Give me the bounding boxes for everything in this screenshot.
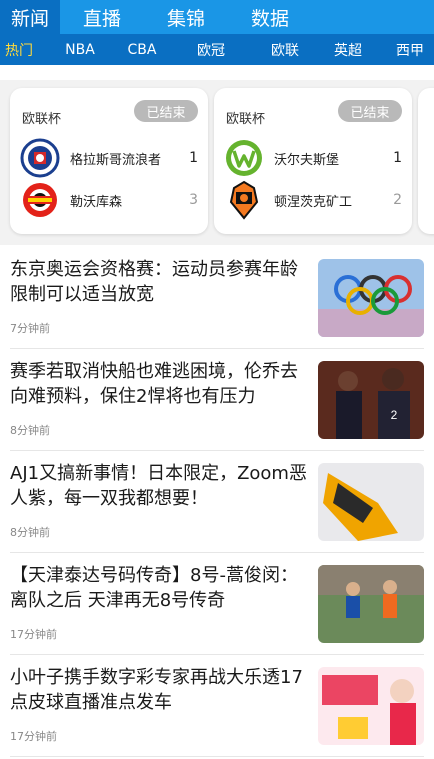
olympic-rings-image: [318, 259, 424, 337]
tab-highlights[interactable]: 集锦: [144, 0, 228, 34]
leverkusen-crest-icon: [23, 183, 57, 217]
match-card-partial[interactable]: [418, 88, 434, 234]
subnav-item-cba[interactable]: CBA: [122, 42, 162, 58]
subnav-item-hot[interactable]: 热门: [0, 40, 38, 60]
lottery-promo-image: [318, 667, 424, 745]
news-item[interactable]: 小叶子携手数字彩专家再战大乐透17点皮球直播准点发车 17分钟前: [10, 655, 424, 757]
home-team-row: 格拉斯哥流浪者 1: [20, 138, 198, 178]
status-badge: 已结束: [338, 100, 402, 122]
sub-nav: 热门 NBA CBA 欧冠 欧联 英超 西甲: [0, 34, 434, 65]
tab-news[interactable]: 新闻: [0, 0, 60, 34]
news-time: 17分钟前: [10, 730, 57, 743]
news-item[interactable]: 【天津泰达号码传奇】8号-蒿俊闵：离队之后 天津再无8号传奇 17分钟前: [10, 553, 424, 655]
subnav-item-ucl[interactable]: 欧冠: [162, 40, 260, 60]
football-players-image: [318, 565, 424, 643]
away-team-name: 勒沃库森: [70, 194, 123, 210]
news-time: 8分钟前: [10, 526, 50, 539]
wolfsburg-crest-icon: [226, 140, 262, 176]
match-card[interactable]: 欧联杯 已结束 沃尔夫斯堡 1 顿涅茨克矿工 2: [214, 88, 412, 234]
home-team-score: 1: [393, 150, 402, 166]
subnav-item-laliga[interactable]: 西甲: [386, 40, 434, 60]
match-league: 欧联杯: [226, 112, 266, 127]
news-item[interactable]: 赛季若取消快船也难逃困境，伦乔去向难预料，保住2悍将也有压力 8分钟前 2: [10, 349, 424, 451]
away-team-score: 2: [393, 192, 402, 208]
match-card[interactable]: 欧联杯 已结束 格拉斯哥流浪者 1 勒沃库森 3: [10, 88, 208, 234]
news-title: 【天津泰达号码传奇】8号-蒿俊闵：离队之后 天津再无8号传奇: [10, 565, 298, 611]
subnav-item-epl[interactable]: 英超: [310, 40, 386, 60]
away-team-score: 3: [189, 192, 198, 208]
svg-text:2: 2: [391, 408, 398, 422]
news-time: 7分钟前: [10, 322, 50, 335]
top-nav: 新闻 直播 集锦 数据: [0, 0, 434, 34]
news-time: 17分钟前: [10, 628, 57, 641]
home-team-name: 格拉斯哥流浪者: [70, 152, 162, 168]
subnav-item-uel[interactable]: 欧联: [260, 40, 310, 60]
news-item[interactable]: 东京奥运会资格赛：运动员参赛年龄限制可以适当放宽 7分钟前: [10, 247, 424, 349]
home-team-score: 1: [189, 150, 198, 166]
subnav-item-nba[interactable]: NBA: [38, 42, 122, 58]
rangers-crest-icon: [20, 138, 60, 178]
shakhtar-crest-icon: [229, 180, 259, 220]
home-team-name: 沃尔夫斯堡: [274, 152, 340, 168]
news-title: 东京奥运会资格赛：运动员参赛年龄限制可以适当放宽: [10, 259, 298, 305]
news-item[interactable]: AJ1又搞新事情！日本限定，Zoom恶人紫，每一双我都想要！ 8分钟前: [10, 451, 424, 553]
away-team-name: 顿涅茨克矿工: [274, 194, 353, 210]
tab-live[interactable]: 直播: [60, 0, 144, 34]
away-team-row: 顿涅茨克矿工 2: [224, 180, 402, 220]
match-league: 欧联杯: [22, 112, 62, 127]
news-time: 8分钟前: [10, 424, 50, 437]
home-team-row: 沃尔夫斯堡 1: [224, 138, 402, 178]
news-title: 赛季若取消快船也难逃困境，伦乔去向难预料，保住2悍将也有压力: [10, 361, 298, 407]
news-title: AJ1又搞新事情！日本限定，Zoom恶人紫，每一双我都想要！: [10, 463, 307, 509]
status-badge: 已结束: [134, 100, 198, 122]
basketball-players-image: 2: [318, 361, 424, 439]
news-title: 小叶子携手数字彩专家再战大乐透17点皮球直播准点发车: [10, 667, 303, 713]
tab-data[interactable]: 数据: [228, 0, 312, 34]
away-team-row: 勒沃库森 3: [20, 180, 198, 220]
sneaker-image: [318, 463, 424, 541]
match-cards-strip[interactable]: 欧联杯 已结束 格拉斯哥流浪者 1 勒沃库森 3 欧联杯 已结束 沃尔夫斯堡 1…: [0, 80, 434, 245]
